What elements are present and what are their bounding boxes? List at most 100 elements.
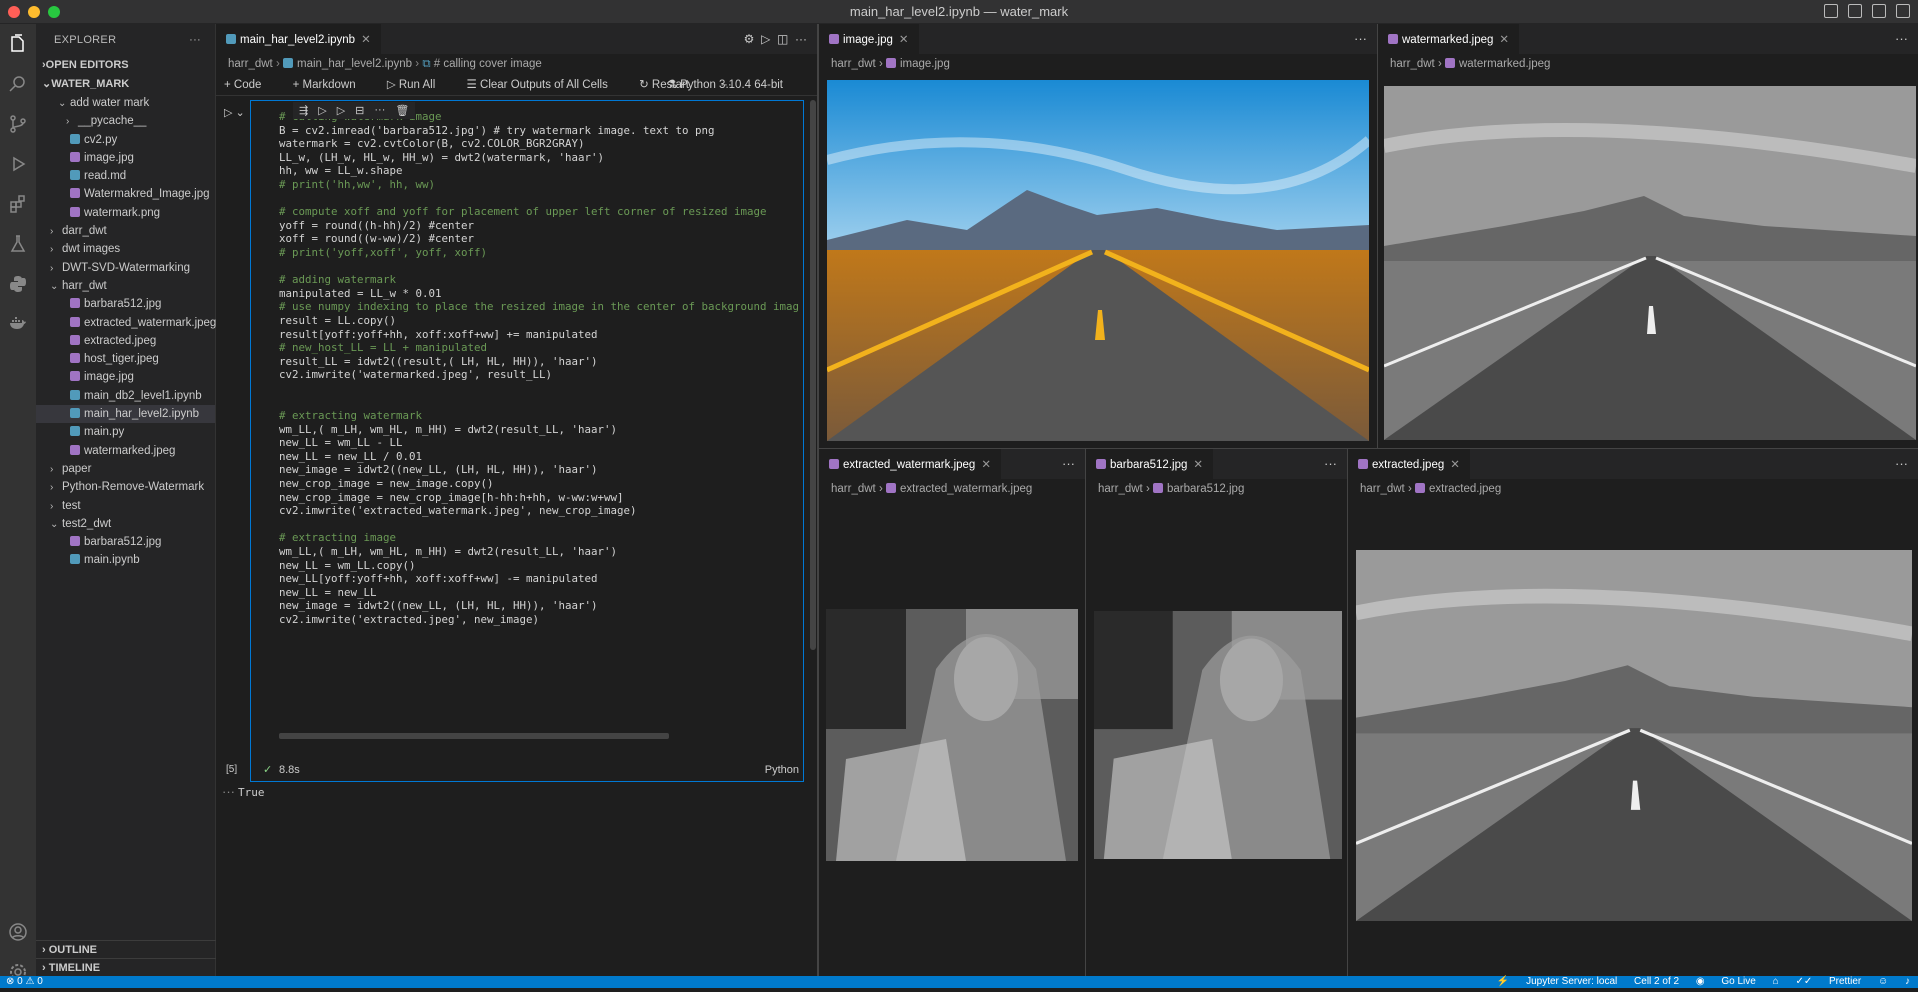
tree-file[interactable]: main.py — [36, 423, 215, 441]
code-line[interactable]: # adding watermark — [279, 272, 799, 286]
code-line[interactable] — [279, 394, 799, 408]
code-line[interactable] — [279, 381, 799, 395]
pane-more-icon[interactable]: ··· — [1062, 449, 1075, 479]
split-cell-icon[interactable]: ⊟ — [355, 104, 364, 117]
code-line[interactable] — [279, 191, 799, 205]
more-icon[interactable]: ··· — [795, 32, 807, 46]
account-icon[interactable] — [0, 912, 36, 952]
code-line[interactable]: cv2.imwrite('extracted_watermark.jpeg', … — [279, 503, 799, 517]
execute-above-icon[interactable]: ▷ — [318, 104, 326, 117]
go-live-button[interactable]: ◉ Go Live — [1696, 976, 1756, 987]
tree-folder[interactable]: › Python-Remove-Watermark — [36, 478, 215, 496]
split-editor-icon[interactable]: ◫ — [777, 32, 788, 46]
cell-language[interactable]: Python — [765, 759, 799, 781]
code-line[interactable]: new_LL = new_LL — [279, 585, 799, 599]
search-icon[interactable] — [0, 64, 36, 104]
cell-position[interactable]: Cell 2 of 2 — [1634, 976, 1679, 987]
gear-icon[interactable]: ⚙ — [744, 32, 755, 46]
tree-file[interactable]: barbara512.jpg — [36, 533, 215, 551]
code-cell[interactable]: # calling watermark imageB = cv2.imread(… — [250, 100, 804, 782]
feedback-icon[interactable]: ☺ — [1878, 976, 1888, 987]
tree-file[interactable]: host_tiger.jpeg — [36, 350, 215, 368]
code-line[interactable]: new_crop_image = new_crop_image[h-hh:h+h… — [279, 490, 799, 504]
code-line[interactable]: watermark = cv2.cvtColor(B, cv2.COLOR_BG… — [279, 136, 799, 150]
close-window-button[interactable] — [8, 6, 20, 18]
tree-folder[interactable]: › paper — [36, 460, 215, 478]
remote-icon[interactable]: ⌂ — [1773, 976, 1779, 987]
run-all-button[interactable]: ▷ Run All — [387, 79, 449, 91]
close-tab-icon[interactable]: ✕ — [1193, 459, 1203, 471]
code-line[interactable]: manipulated = LL_w * 0.01 — [279, 286, 799, 300]
code-line[interactable]: new_LL = wm_LL.copy() — [279, 558, 799, 572]
close-tab-icon[interactable]: ✕ — [1450, 459, 1460, 471]
problems-indicator[interactable]: ⊗ 0 ⚠ 0 — [6, 976, 43, 987]
notifications-bell-icon[interactable]: ♪ — [1905, 976, 1910, 987]
code-line[interactable]: # print('hh,ww', hh, ww) — [279, 177, 799, 191]
prettier-button[interactable]: ✓✓ Prettier — [1795, 976, 1861, 987]
tree-file[interactable]: main_db2_level1.ipynb — [36, 387, 215, 405]
explorer-icon[interactable] — [0, 24, 36, 64]
code-line[interactable]: new_LL = new_LL / 0.01 — [279, 449, 799, 463]
pane-more-icon[interactable]: ··· — [1354, 24, 1367, 54]
run-by-line-icon[interactable]: ⇶ — [299, 104, 308, 117]
toggle-sidebar-icon[interactable] — [1824, 4, 1838, 18]
code-line[interactable]: result = LL.copy() — [279, 313, 799, 327]
outline-section[interactable]: › OUTLINE — [36, 940, 216, 958]
close-tab-icon[interactable]: ✕ — [361, 34, 371, 46]
code-line[interactable]: cv2.imwrite('extracted.jpeg', new_image) — [279, 612, 799, 626]
breadcrumb-symbol[interactable]: # calling cover image — [434, 58, 542, 70]
docker-icon[interactable] — [0, 304, 36, 344]
run-debug-icon[interactable] — [0, 144, 36, 184]
workspace-root[interactable]: ⌄WATER_MARK — [36, 75, 215, 94]
code-line[interactable]: cv2.imwrite('watermarked.jpeg', result_L… — [279, 367, 799, 381]
tree-file[interactable]: cv2.py — [36, 131, 215, 149]
tree-folder[interactable]: ⌄ add water mark — [36, 94, 215, 112]
add-code-cell-button[interactable]: + Code — [224, 79, 275, 91]
code-line[interactable]: # compute xoff and yoff for placement of… — [279, 204, 799, 218]
code-line[interactable]: new_LL[yoff:yoff+hh, xoff:xoff+ww] -= ma… — [279, 571, 799, 585]
tree-file[interactable]: main_har_level2.ipynb — [36, 405, 215, 424]
code-line[interactable]: hh, ww = LL_w.shape — [279, 163, 799, 177]
execute-below-icon[interactable]: ▷ — [337, 104, 345, 117]
breadcrumb-file[interactable]: image.jpg — [900, 58, 950, 70]
tree-file[interactable]: read.md — [36, 167, 215, 185]
tree-folder[interactable]: › DWT-SVD-Watermarking — [36, 259, 215, 277]
tree-file[interactable]: main.ipynb — [36, 551, 215, 569]
code-line[interactable]: result_LL = idwt2((result,( LH, HL, HH))… — [279, 354, 799, 368]
code-line[interactable] — [279, 259, 799, 273]
pane-more-icon[interactable]: ··· — [1324, 449, 1337, 479]
jupyter-server-status[interactable]: ⚡ Jupyter Server: local — [1497, 976, 1617, 987]
source-control-icon[interactable] — [0, 104, 36, 144]
python-icon[interactable] — [0, 264, 36, 304]
tree-folder[interactable]: › __pycache__ — [36, 112, 215, 130]
code-line[interactable]: # extracting image — [279, 530, 799, 544]
customize-layout-icon[interactable] — [1896, 4, 1910, 18]
tab-extracted-jpeg[interactable]: extracted.jpeg ✕ — [1348, 449, 1470, 479]
breadcrumb-file[interactable]: extracted.jpeg — [1429, 483, 1501, 495]
code-line[interactable]: yoff = round((h-hh)/2) #center — [279, 218, 799, 232]
breadcrumb-file[interactable]: barbara512.jpg — [1167, 483, 1244, 495]
tree-folder[interactable]: › test — [36, 497, 215, 515]
breadcrumb-file[interactable]: watermarked.jpeg — [1459, 58, 1550, 70]
code-line[interactable]: result[yoff:yoff+hh, xoff:xoff+ww] += ma… — [279, 327, 799, 341]
editor-vertical-scrollbar[interactable] — [810, 100, 816, 650]
code-line[interactable]: # print('yoff,xoff', yoff, xoff) — [279, 245, 799, 259]
delete-cell-icon[interactable]: 🗑 — [395, 104, 409, 117]
breadcrumb-folder[interactable]: harr_dwt — [228, 58, 273, 70]
tree-file[interactable]: watermarked.jpeg — [36, 442, 215, 460]
run-icon[interactable]: ▷ — [761, 32, 770, 46]
horizontal-scrollbar[interactable] — [279, 733, 669, 739]
cell-more-icon[interactable]: ··· — [374, 104, 385, 117]
breadcrumb-folder[interactable]: harr_dwt — [831, 58, 876, 70]
tab-main-har-level2[interactable]: main_har_level2.ipynb ✕ — [216, 24, 381, 54]
breadcrumb-folder[interactable]: harr_dwt — [831, 483, 876, 495]
close-tab-icon[interactable]: ✕ — [899, 34, 909, 46]
toggle-panel-icon[interactable] — [1848, 4, 1862, 18]
maximize-window-button[interactable] — [48, 6, 60, 18]
tree-folder[interactable]: ⌄ test2_dwt — [36, 515, 215, 533]
minimize-window-button[interactable] — [28, 6, 40, 18]
tree-file[interactable]: Watermakred_Image.jpg — [36, 185, 215, 203]
breadcrumb-folder[interactable]: harr_dwt — [1360, 483, 1405, 495]
open-editors-section[interactable]: ›OPEN EDITORS — [36, 56, 215, 75]
code-line[interactable]: xoff = round((w-ww)/2) #center — [279, 231, 799, 245]
